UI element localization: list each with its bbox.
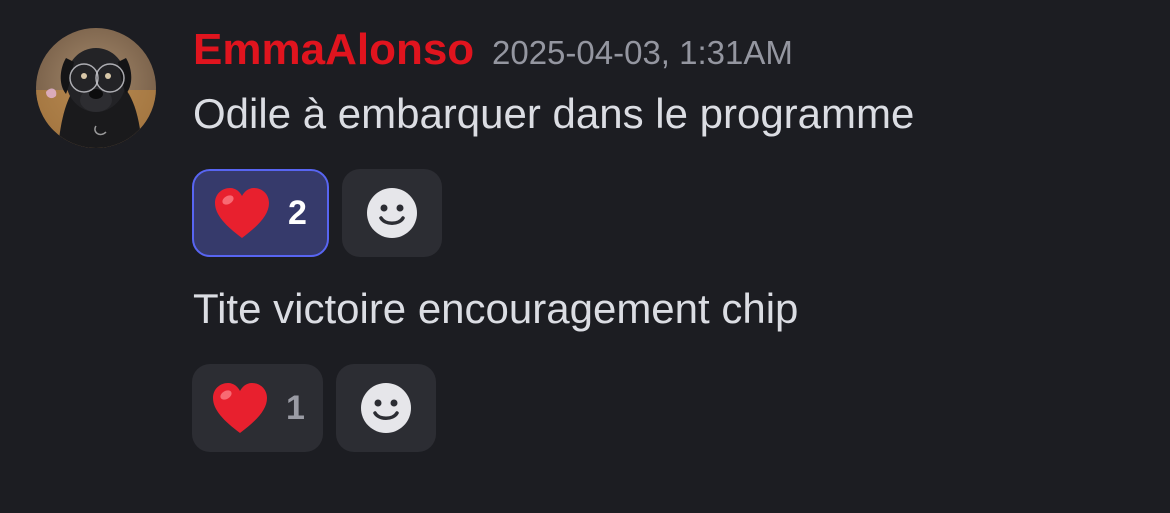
message-author[interactable]: EmmaAlonso: [193, 24, 474, 76]
heart-emoji: [215, 188, 269, 238]
reaction-heart-button[interactable]: 1: [192, 364, 323, 452]
message-group: EmmaAlonso 2025-04-03, 1:31AM Odile à em…: [0, 0, 1170, 513]
message-text: Odile à embarquer dans le programme: [193, 90, 915, 137]
dog-avatar-icon: [36, 28, 156, 148]
message-timestamp: 2025-04-03, 1:31AM: [492, 34, 793, 71]
add-reaction-button[interactable]: [336, 364, 436, 452]
reaction-count: 1: [286, 389, 305, 427]
smiley-add-reaction-icon: [361, 383, 411, 433]
reaction-heart-button[interactable]: 2: [192, 169, 329, 257]
reaction-count: 2: [288, 194, 307, 232]
heart-emoji: [213, 383, 267, 433]
message-text: Tite victoire encouragement chip: [193, 285, 799, 332]
add-reaction-button[interactable]: [342, 169, 442, 257]
user-avatar[interactable]: [36, 28, 156, 148]
smiley-add-reaction-icon: [367, 188, 417, 238]
